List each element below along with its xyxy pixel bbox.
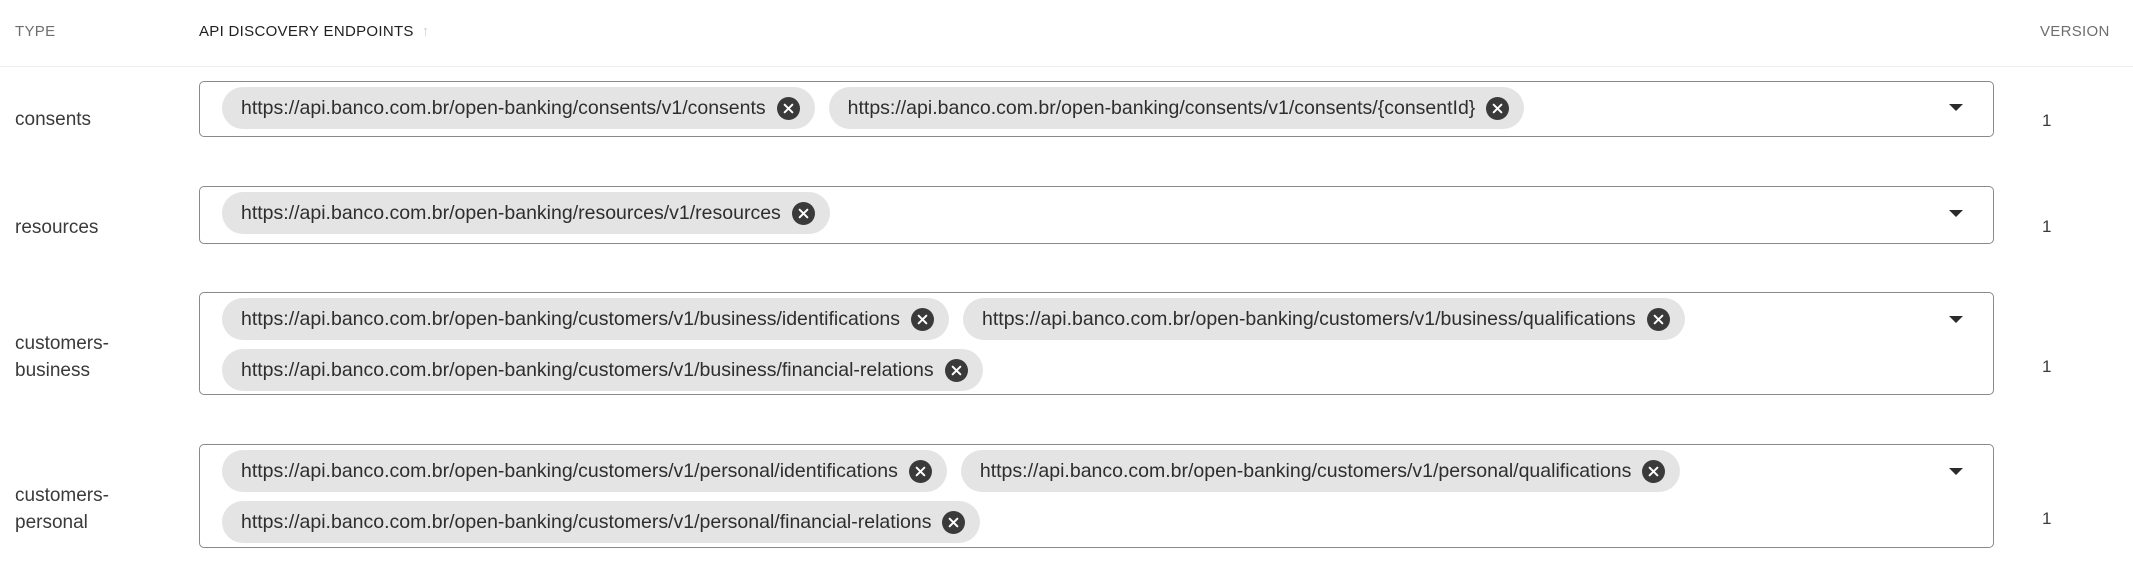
type-cell: customers- business	[15, 333, 109, 381]
endpoint-chip-label: https://api.banco.com.br/open-banking/cu…	[241, 510, 932, 533]
version-cell: 1	[2042, 217, 2052, 236]
table-row: consents https://api.banco.com.br/open-b…	[0, 67, 2133, 167]
endpoint-chip-label: https://api.banco.com.br/open-banking/co…	[241, 96, 766, 119]
endpoint-chip: https://api.banco.com.br/open-banking/cu…	[222, 501, 981, 543]
endpoint-chip-label: https://api.banco.com.br/open-banking/re…	[241, 201, 781, 224]
endpoint-chip-label: https://api.banco.com.br/open-banking/cu…	[982, 307, 1636, 330]
column-header-endpoints[interactable]: API DISCOVERY ENDPOINTS ↑	[199, 23, 430, 40]
endpoint-chip: https://api.banco.com.br/open-banking/cu…	[222, 349, 983, 391]
endpoint-chip-label: https://api.banco.com.br/open-banking/cu…	[241, 459, 898, 482]
endpoints-select[interactable]: https://api.banco.com.br/open-banking/re…	[199, 186, 1994, 244]
endpoint-chip-label: https://api.banco.com.br/open-banking/cu…	[979, 459, 1632, 482]
endpoint-chip-label: https://api.banco.com.br/open-banking/cu…	[241, 307, 901, 330]
table-row: resources https://api.banco.com.br/open-…	[0, 167, 2133, 273]
close-circle-icon[interactable]	[776, 96, 800, 120]
endpoint-chip-label: https://api.banco.com.br/open-banking/cu…	[241, 358, 934, 381]
endpoint-chip: https://api.banco.com.br/open-banking/co…	[222, 87, 815, 129]
endpoint-chip: https://api.banco.com.br/open-banking/cu…	[960, 450, 1681, 492]
chevron-down-icon[interactable]	[1941, 305, 1971, 335]
endpoint-chip: https://api.banco.com.br/open-banking/co…	[828, 87, 1525, 129]
type-cell: consents	[15, 109, 92, 130]
endpoint-chip: https://api.banco.com.br/open-banking/cu…	[222, 450, 947, 492]
type-cell: customers- personal	[15, 485, 109, 533]
endpoint-chip-label: https://api.banco.com.br/open-banking/co…	[847, 96, 1476, 119]
endpoint-chip: https://api.banco.com.br/open-banking/re…	[222, 192, 830, 234]
close-circle-icon[interactable]	[791, 201, 815, 225]
version-cell: 1	[2042, 509, 2052, 528]
type-cell: resources	[15, 217, 99, 238]
close-circle-icon[interactable]	[1486, 96, 1510, 120]
close-circle-icon[interactable]	[911, 307, 935, 331]
api-discovery-table: TYPE API DISCOVERY ENDPOINTS ↑ VERSION co…	[0, 0, 2133, 573]
column-header-type[interactable]: TYPE	[15, 23, 55, 40]
version-cell: 1	[2042, 111, 2052, 130]
close-circle-icon[interactable]	[908, 459, 932, 483]
endpoints-select[interactable]: https://api.banco.com.br/open-banking/cu…	[199, 292, 1994, 395]
endpoints-select[interactable]: https://api.banco.com.br/open-banking/cu…	[199, 444, 1994, 548]
column-header-endpoints-label: API DISCOVERY ENDPOINTS	[199, 23, 414, 40]
chevron-down-icon[interactable]	[1941, 93, 1971, 123]
endpoint-chip: https://api.banco.com.br/open-banking/cu…	[222, 298, 950, 340]
chevron-down-icon[interactable]	[1941, 457, 1971, 487]
endpoints-select[interactable]: https://api.banco.com.br/open-banking/co…	[199, 81, 1994, 137]
table-row: customers- business https://api.banco.co…	[0, 273, 2133, 425]
close-circle-icon[interactable]	[1642, 459, 1666, 483]
version-cell: 1	[2042, 357, 2052, 376]
endpoint-chip: https://api.banco.com.br/open-banking/cu…	[963, 298, 1685, 340]
chevron-down-icon[interactable]	[1941, 199, 1971, 229]
close-circle-icon[interactable]	[1646, 307, 1670, 331]
sort-arrow-up-icon[interactable]: ↑	[422, 23, 430, 40]
column-header-version[interactable]: VERSION	[2040, 23, 2110, 40]
close-circle-icon[interactable]	[944, 358, 968, 382]
close-circle-icon[interactable]	[942, 510, 966, 534]
table-row: customers- personal https://api.banco.co…	[0, 425, 2133, 573]
table-header: TYPE API DISCOVERY ENDPOINTS ↑ VERSION	[0, 0, 2133, 67]
